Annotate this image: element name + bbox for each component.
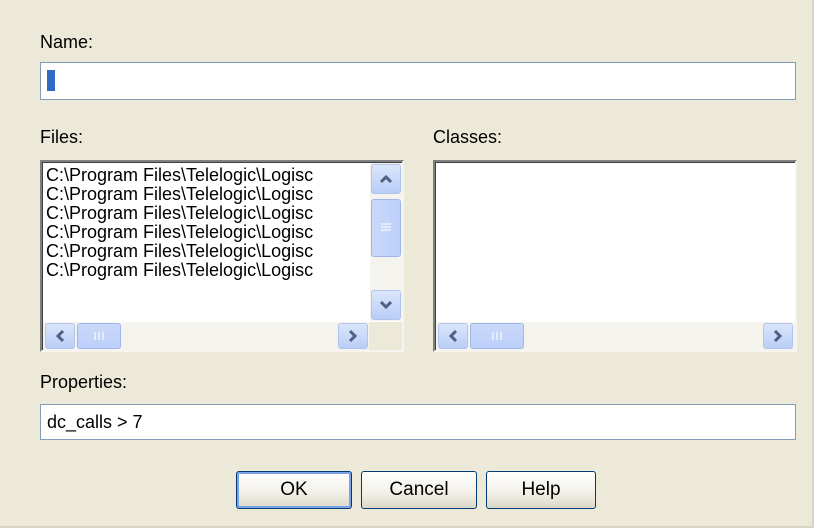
text-caret [47, 70, 55, 91]
scrollbar-corner [369, 322, 402, 350]
scroll-up-button[interactable] [371, 164, 401, 194]
scroll-right-button[interactable] [338, 323, 368, 349]
scroll-down-button[interactable] [371, 290, 401, 320]
files-listbox[interactable]: C:\Program Files\Telelogic\Logisc C:\Pro… [40, 160, 404, 352]
scroll-left-button[interactable] [438, 323, 468, 349]
dialog-window: Name: Files: Classes: C:\Program Files\T… [0, 0, 814, 528]
properties-label: Properties: [40, 372, 128, 392]
list-item[interactable]: C:\Program Files\Telelogic\Logisc [46, 261, 368, 280]
scroll-left-button[interactable] [45, 323, 75, 349]
name-field[interactable] [40, 62, 796, 100]
vertical-scroll-thumb[interactable] [371, 199, 401, 257]
list-item[interactable]: C:\Program Files\Telelogic\Logisc [46, 242, 368, 261]
help-button[interactable]: Help [486, 471, 596, 509]
chevron-right-icon [348, 329, 358, 343]
chevron-up-icon [379, 174, 393, 184]
classes-label: Classes: [433, 127, 503, 147]
list-item[interactable]: C:\Program Files\Telelogic\Logisc [46, 223, 368, 242]
properties-field[interactable]: dc_calls > 7 [40, 404, 796, 440]
grip-icon [94, 332, 104, 340]
classes-listbox[interactable] [433, 160, 797, 352]
scroll-right-button[interactable] [763, 323, 793, 349]
chevron-left-icon [448, 329, 458, 343]
help-button-label: Help [521, 479, 561, 500]
name-label: Name: [40, 32, 94, 52]
horizontal-scroll-thumb[interactable] [77, 323, 121, 349]
cancel-button-label: Cancel [389, 479, 449, 500]
files-horizontal-scrollbar[interactable] [43, 322, 369, 350]
classes-horizontal-scrollbar[interactable] [436, 322, 795, 350]
ok-button[interactable]: OK [236, 471, 352, 509]
files-label: Files: [40, 127, 84, 147]
list-item[interactable]: C:\Program Files\Telelogic\Logisc [46, 166, 368, 185]
chevron-right-icon [773, 329, 783, 343]
horizontal-scroll-thumb[interactable] [470, 323, 524, 349]
files-vertical-scrollbar[interactable] [370, 163, 402, 321]
list-item[interactable]: C:\Program Files\Telelogic\Logisc [46, 185, 368, 204]
chevron-left-icon [55, 329, 65, 343]
cancel-button[interactable]: Cancel [361, 471, 477, 509]
classes-list [439, 166, 761, 322]
grip-icon [381, 223, 391, 231]
grip-icon [492, 332, 502, 340]
list-item[interactable]: C:\Program Files\Telelogic\Logisc [46, 204, 368, 223]
files-list: C:\Program Files\Telelogic\Logisc C:\Pro… [46, 166, 368, 320]
chevron-down-icon [379, 300, 393, 310]
properties-field-value: dc_calls > 7 [47, 412, 143, 432]
ok-button-label: OK [280, 479, 308, 500]
